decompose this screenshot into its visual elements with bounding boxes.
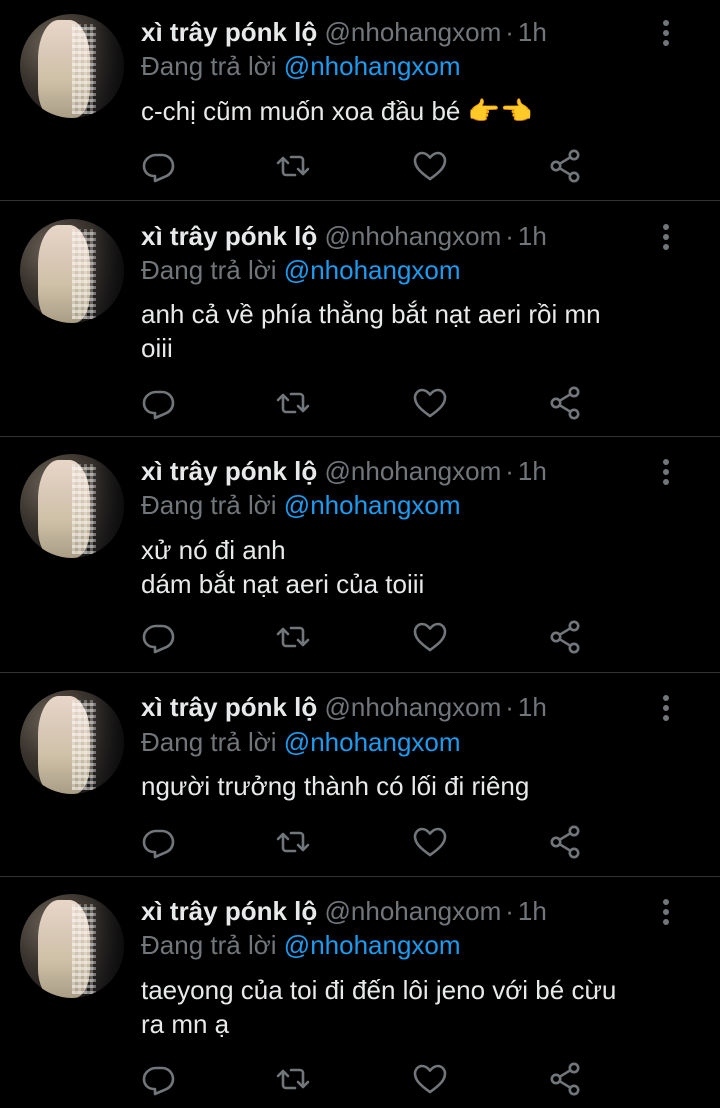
- separator-dot: ·: [505, 692, 514, 722]
- tweet-actions: [141, 619, 601, 659]
- like-icon[interactable]: [412, 1061, 448, 1097]
- share-icon[interactable]: [548, 619, 584, 655]
- tweet-actions: [141, 1061, 601, 1101]
- more-options-icon[interactable]: [656, 222, 676, 252]
- tweet-text-line: oiii: [141, 333, 173, 363]
- replying-to-label: Đang trả lời: [141, 51, 277, 81]
- replying-to-handle[interactable]: @nhohangxom: [284, 255, 461, 285]
- timestamp[interactable]: 1h: [518, 17, 547, 47]
- more-options-icon[interactable]: [656, 693, 676, 723]
- more-options-icon[interactable]: [656, 18, 676, 48]
- avatar[interactable]: [20, 219, 124, 323]
- tweet-header: xì trây pónk lộ @nhohangxom · 1h: [141, 691, 547, 723]
- display-name[interactable]: xì trây pónk lộ: [141, 456, 317, 486]
- tweet-text-line: dám bắt nạt aeri của toiii: [141, 569, 425, 599]
- timestamp[interactable]: 1h: [518, 221, 547, 251]
- tweet[interactable]: xì trây pónk lộ @nhohangxom · 1h Đang trả …: [0, 673, 720, 877]
- more-options-icon[interactable]: [656, 897, 676, 927]
- replying-to-handle[interactable]: @nhohangxom: [284, 727, 461, 757]
- username[interactable]: @nhohangxom: [325, 896, 502, 926]
- tweet-text: c-chị cũm muốn xoa đầu bé 👉👈: [141, 94, 681, 128]
- tweet-actions: [141, 148, 601, 188]
- replying-to: Đang trả lời @nhohangxom: [141, 929, 461, 961]
- tweet-actions: [141, 385, 601, 425]
- share-icon[interactable]: [548, 385, 584, 421]
- retweet-icon[interactable]: [275, 148, 311, 184]
- tweet-header: xì trây pónk lộ @nhohangxom · 1h: [141, 895, 547, 927]
- tweet-text-line: ra mn ạ: [141, 1009, 230, 1039]
- reply-icon[interactable]: [141, 1061, 177, 1097]
- tweet-text-line: anh cả về phía thằng bắt nạt aeri rồi mn: [141, 299, 601, 329]
- reply-icon[interactable]: [141, 148, 177, 184]
- avatar[interactable]: [20, 894, 124, 998]
- like-icon[interactable]: [412, 824, 448, 860]
- display-name[interactable]: xì trây pónk lộ: [141, 692, 317, 722]
- tweet[interactable]: xì trây pónk lộ @nhohangxom · 1h Đang trả …: [0, 437, 720, 673]
- reply-icon[interactable]: [141, 619, 177, 655]
- username[interactable]: @nhohangxom: [325, 221, 502, 251]
- replying-to-label: Đang trả lời: [141, 490, 277, 520]
- tweet-text-line: c-chị cũm muốn xoa đầu bé 👉👈: [141, 96, 533, 126]
- tweet-text-line: taeyong của toi đi đến lôi jeno với bé c…: [141, 975, 617, 1005]
- replying-to-handle[interactable]: @nhohangxom: [284, 930, 461, 960]
- like-icon[interactable]: [412, 385, 448, 421]
- tweet-text-line: xử nó đi anh: [141, 535, 286, 565]
- like-icon[interactable]: [412, 148, 448, 184]
- username[interactable]: @nhohangxom: [325, 692, 502, 722]
- retweet-icon[interactable]: [275, 619, 311, 655]
- tweet-text: taeyong của toi đi đến lôi jeno với bé c…: [141, 973, 681, 1041]
- replying-to: Đang trả lời @nhohangxom: [141, 50, 461, 82]
- avatar[interactable]: [20, 690, 124, 794]
- separator-dot: ·: [505, 896, 514, 926]
- share-icon[interactable]: [548, 1061, 584, 1097]
- tweet-text: người trưởng thành có lối đi riêng: [141, 769, 681, 803]
- more-options-icon[interactable]: [656, 457, 676, 487]
- display-name[interactable]: xì trây pónk lộ: [141, 17, 317, 47]
- display-name[interactable]: xì trây pónk lộ: [141, 221, 317, 251]
- separator-dot: ·: [505, 221, 514, 251]
- replying-to-label: Đang trả lời: [141, 930, 277, 960]
- tweet-header: xì trây pónk lộ @nhohangxom · 1h: [141, 455, 547, 487]
- tweet[interactable]: xì trây pónk lộ @nhohangxom · 1h Đang trả …: [0, 877, 720, 1108]
- replying-to: Đang trả lời @nhohangxom: [141, 489, 461, 521]
- replying-to: Đang trả lời @nhohangxom: [141, 254, 461, 286]
- tweet[interactable]: xì trây pónk lộ @nhohangxom · 1h Đang trả …: [0, 201, 720, 437]
- tweet-text: anh cả về phía thằng bắt nạt aeri rồi mn…: [141, 297, 681, 365]
- timestamp[interactable]: 1h: [518, 896, 547, 926]
- replying-to-label: Đang trả lời: [141, 727, 277, 757]
- timestamp[interactable]: 1h: [518, 456, 547, 486]
- retweet-icon[interactable]: [275, 1061, 311, 1097]
- reply-icon[interactable]: [141, 385, 177, 421]
- retweet-icon[interactable]: [275, 824, 311, 860]
- username[interactable]: @nhohangxom: [325, 17, 502, 47]
- reply-icon[interactable]: [141, 824, 177, 860]
- like-icon[interactable]: [412, 619, 448, 655]
- tweet-actions: [141, 824, 601, 864]
- timestamp[interactable]: 1h: [518, 692, 547, 722]
- tweet-text-line: người trưởng thành có lối đi riêng: [141, 771, 530, 801]
- separator-dot: ·: [505, 456, 514, 486]
- retweet-icon[interactable]: [275, 385, 311, 421]
- tweet-header: xì trây pónk lộ @nhohangxom · 1h: [141, 220, 547, 252]
- replying-to-handle[interactable]: @nhohangxom: [284, 51, 461, 81]
- replying-to: Đang trả lời @nhohangxom: [141, 726, 461, 758]
- display-name[interactable]: xì trây pónk lộ: [141, 896, 317, 926]
- tweet-text: xử nó đi anh dám bắt nạt aeri của toiii: [141, 533, 681, 601]
- tweet[interactable]: xì trây pónk lộ @nhohangxom · 1h Đang trả …: [0, 0, 720, 201]
- avatar[interactable]: [20, 14, 124, 118]
- username[interactable]: @nhohangxom: [325, 456, 502, 486]
- replying-to-handle[interactable]: @nhohangxom: [284, 490, 461, 520]
- avatar[interactable]: [20, 454, 124, 558]
- tweet-header: xì trây pónk lộ @nhohangxom · 1h: [141, 16, 547, 48]
- share-icon[interactable]: [548, 148, 584, 184]
- separator-dot: ·: [505, 17, 514, 47]
- share-icon[interactable]: [548, 824, 584, 860]
- replying-to-label: Đang trả lời: [141, 255, 277, 285]
